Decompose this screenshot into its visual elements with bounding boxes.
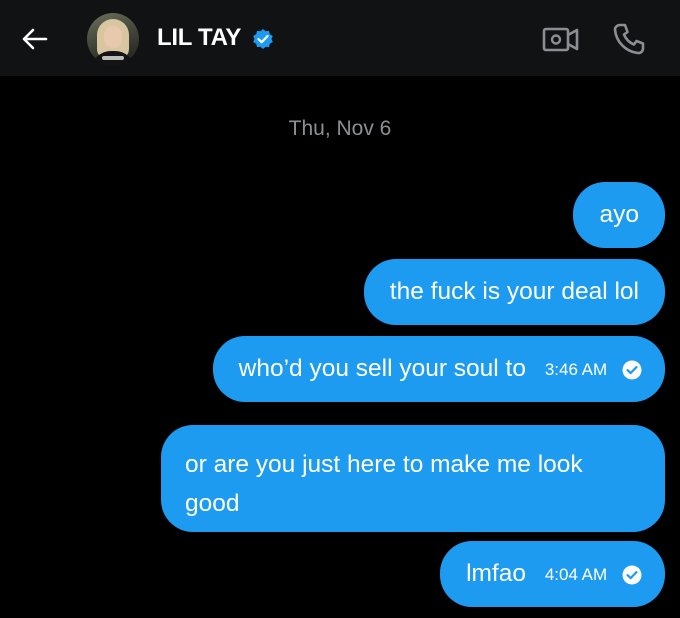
avatar-face: [104, 26, 122, 48]
contact-name[interactable]: LIL TAY: [157, 24, 241, 52]
avatar[interactable]: [87, 13, 139, 65]
message-text: lmfao: [466, 560, 526, 587]
chat-header: LIL TAY: [0, 0, 680, 76]
video-camera-icon[interactable]: [542, 24, 580, 54]
message-text: or are you just here to make me look goo…: [185, 451, 583, 517]
verified-badge-icon: [253, 29, 273, 49]
arrow-left-icon[interactable]: [18, 22, 52, 56]
avatar-shirt-print: [102, 56, 124, 60]
message-bubble[interactable]: ayo: [573, 182, 665, 248]
message-bubble[interactable]: lmfao 4:04 AM: [440, 541, 665, 607]
message-timestamp: 4:04 AM: [544, 564, 608, 584]
message-text: who’d you sell your soul to: [238, 355, 526, 382]
message-text: the fuck is your deal lol: [389, 278, 639, 305]
message-bubble[interactable]: or are you just here to make me look goo…: [161, 425, 665, 532]
phone-icon[interactable]: [611, 21, 647, 57]
message-text: ayo: [599, 201, 639, 228]
read-check-icon: [622, 565, 642, 585]
date-separator: Thu, Nov 6: [288, 117, 392, 140]
message-bubble[interactable]: the fuck is your deal lol: [363, 259, 665, 325]
read-check-icon: [622, 360, 642, 380]
message-timestamp: 3:46 AM: [544, 359, 608, 379]
message-bubble[interactable]: who’d you sell your soul to 3:46 AM: [212, 336, 665, 402]
